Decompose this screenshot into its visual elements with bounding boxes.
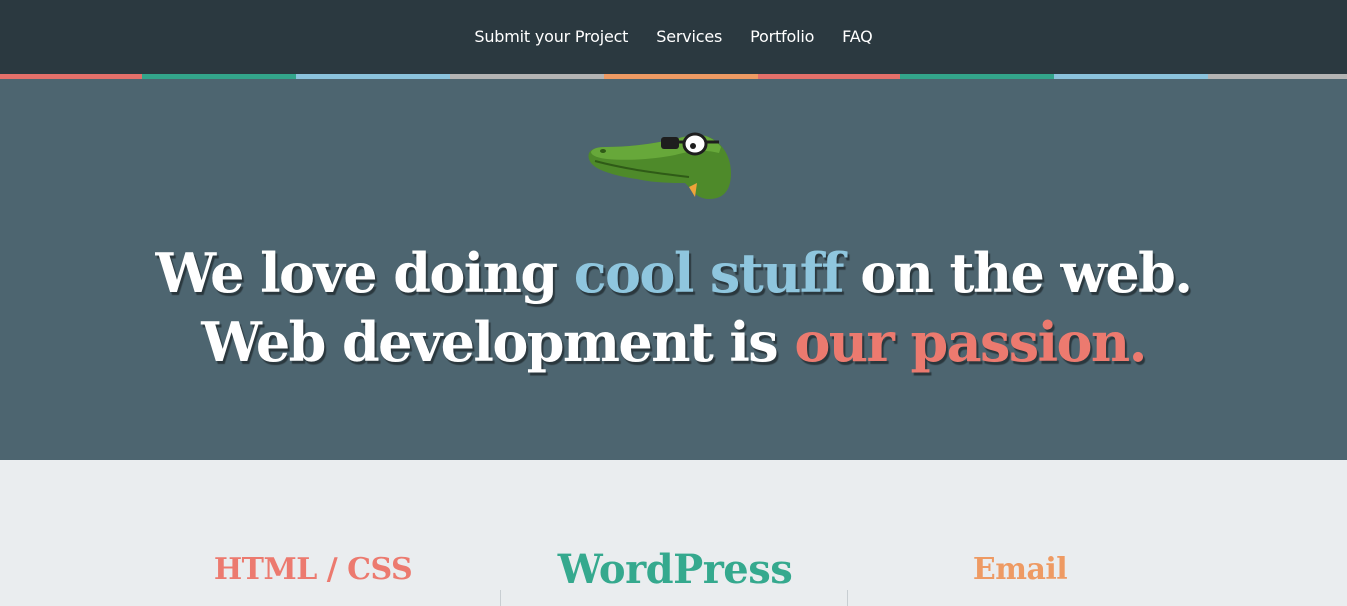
nav-link-submit-project[interactable]: Submit your Project: [474, 27, 628, 46]
nav-list: Submit your Project Services Portfolio F…: [0, 0, 1347, 74]
crocodile-with-glasses-icon: [588, 132, 731, 199]
nav-item-portfolio: Portfolio: [750, 27, 814, 47]
top-navigation: Submit your Project Services Portfolio F…: [0, 0, 1347, 74]
hero-headline: We love doing cool stuff on the web. Web…: [0, 239, 1347, 377]
headline-line2-part1: Web development is: [201, 310, 795, 374]
headline-line1-part1: We love doing: [155, 241, 574, 305]
nav-link-portfolio[interactable]: Portfolio: [750, 27, 814, 46]
nav-item-services: Services: [656, 27, 722, 47]
nav-link-faq[interactable]: FAQ: [842, 27, 873, 46]
headline-highlight-our-passion: our passion.: [794, 310, 1147, 374]
services-section: HTML / CSS WordPress Email: [0, 460, 1347, 606]
headline-line1-part2: on the web.: [843, 241, 1193, 305]
nav-item-submit-project: Submit your Project: [474, 27, 628, 47]
nav-link-services[interactable]: Services: [656, 27, 722, 46]
service-title-email: Email: [972, 552, 1068, 587]
service-title-wordpress: WordPress: [557, 546, 793, 593]
service-title-html-css: HTML / CSS: [213, 552, 413, 587]
hero-section: We love doing cool stuff on the web. Web…: [0, 79, 1347, 460]
nav-item-faq: FAQ: [842, 27, 873, 47]
column-divider: [847, 590, 848, 606]
column-divider: [500, 590, 501, 606]
headline-highlight-cool-stuff: cool stuff: [573, 241, 845, 305]
